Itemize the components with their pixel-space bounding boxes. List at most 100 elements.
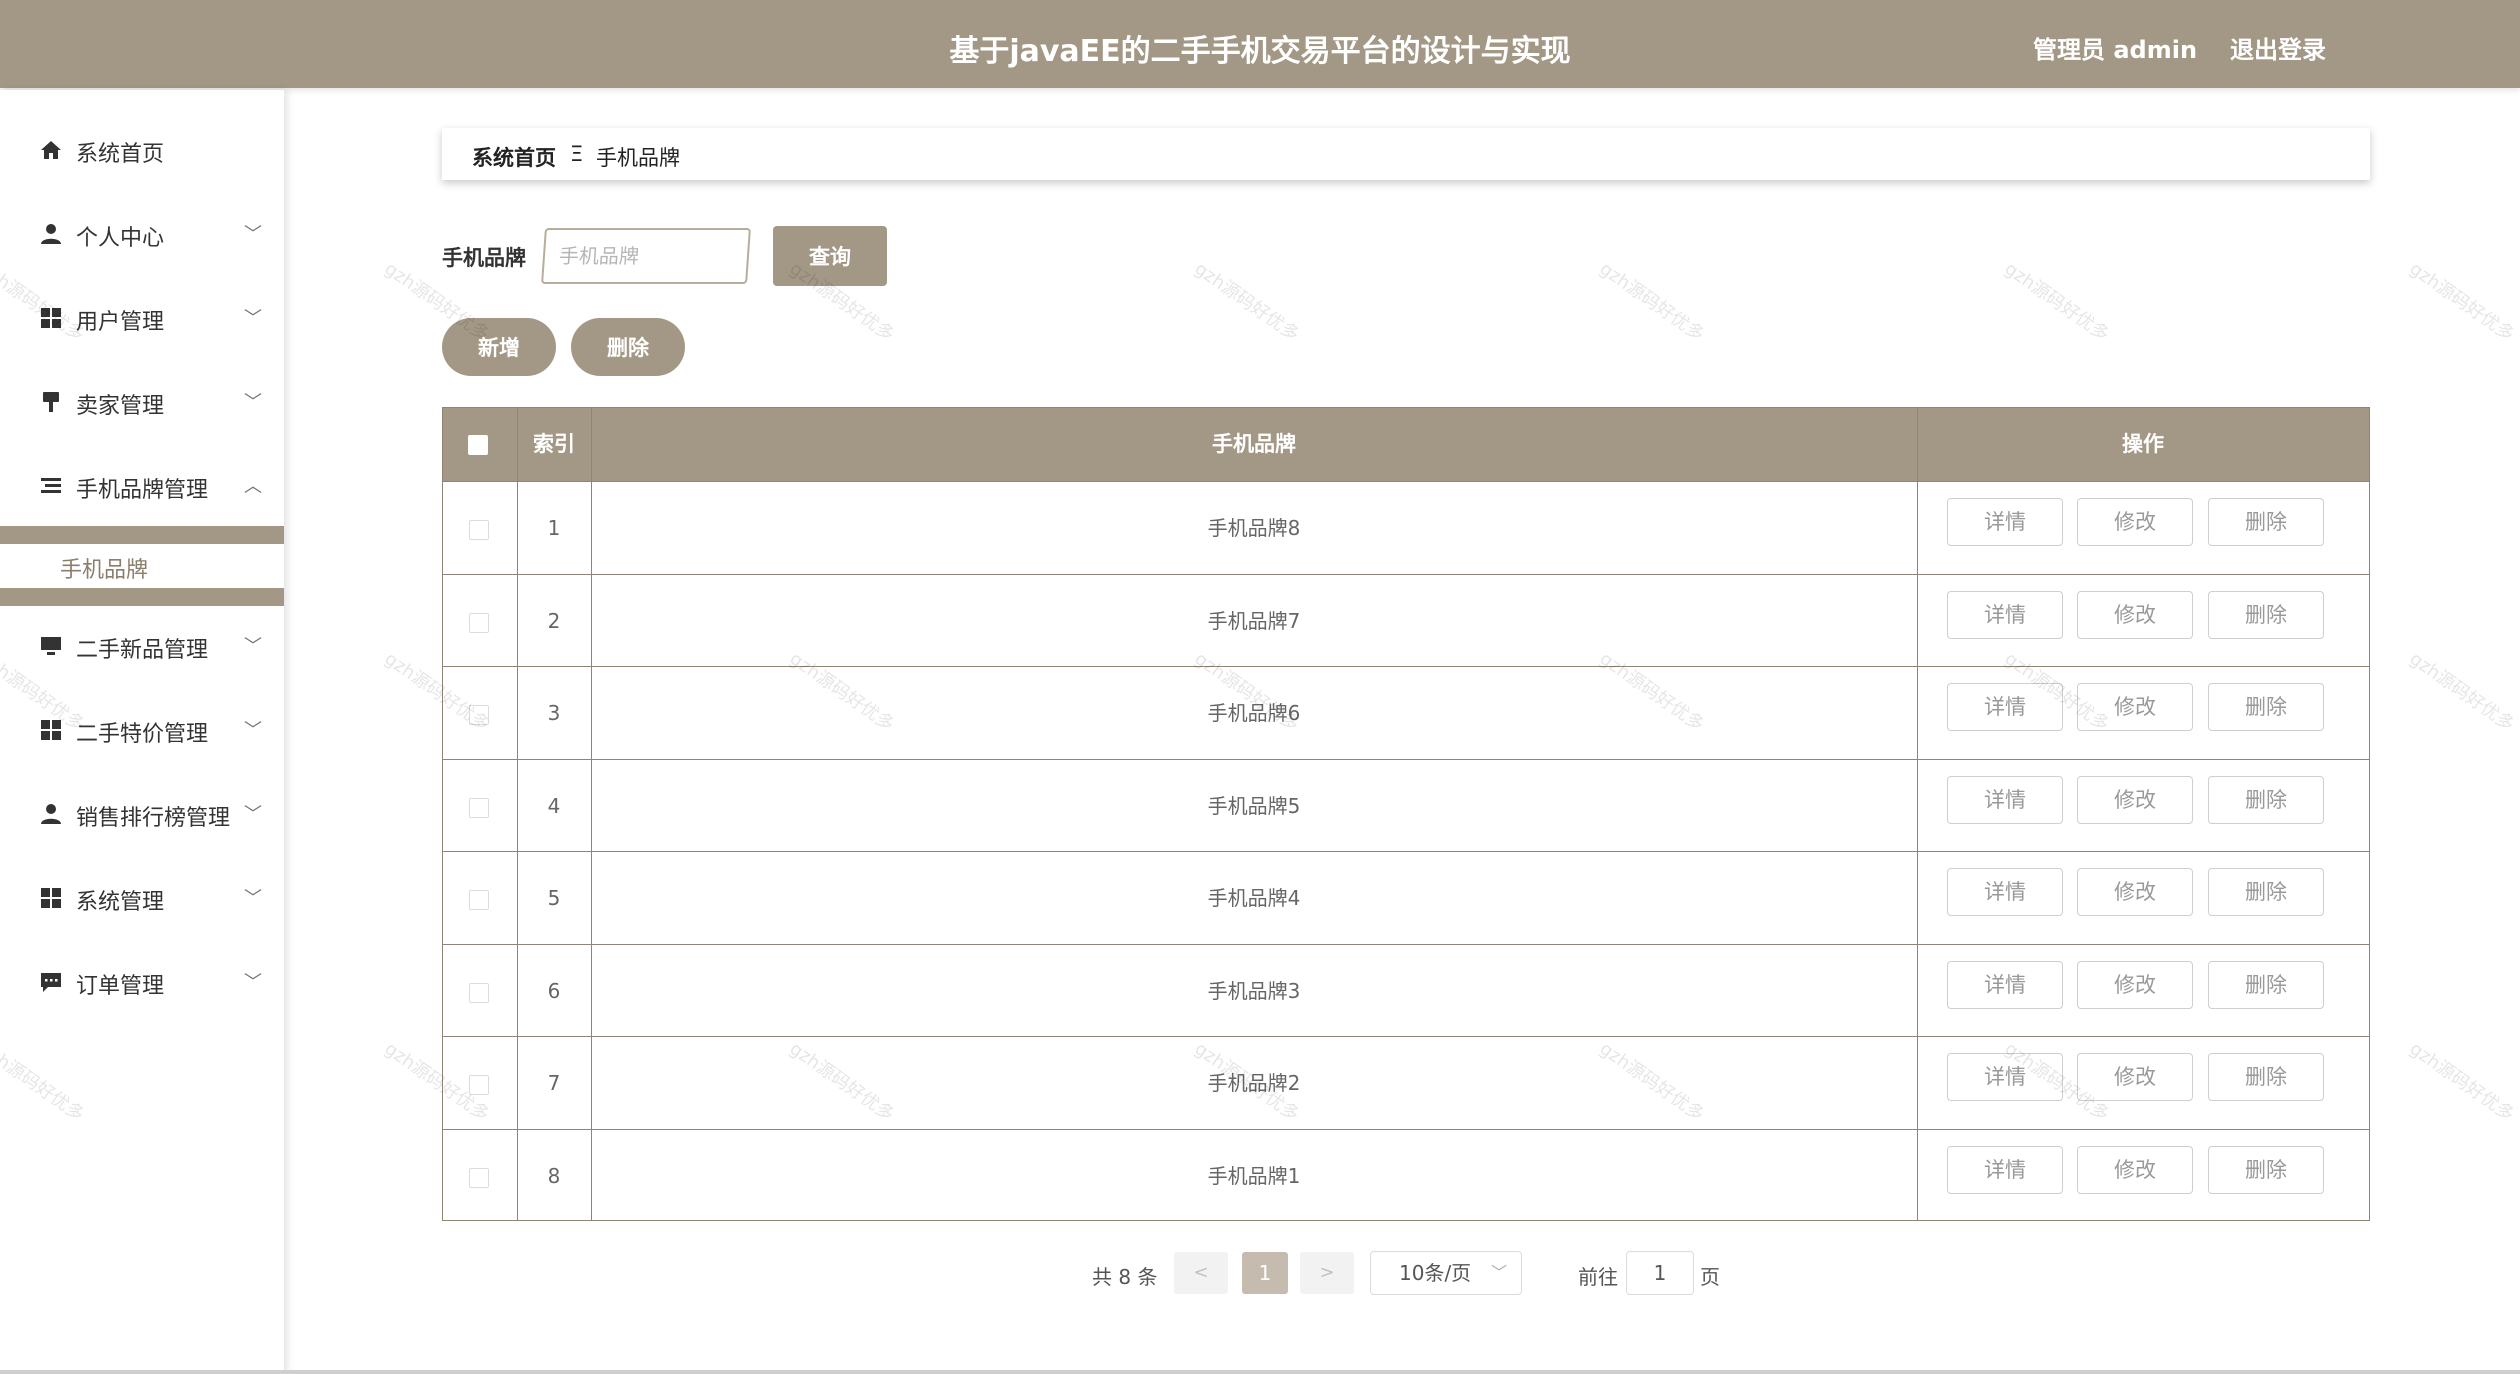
table-row: 3 手机品牌6 详情 修改 删除 bbox=[443, 666, 2369, 758]
row-checkbox[interactable] bbox=[469, 797, 489, 818]
table-row: 1 手机品牌8 详情 修改 删除 bbox=[443, 481, 2369, 573]
breadcrumb-current: 手机品牌 bbox=[596, 146, 680, 170]
delete-button[interactable]: 删除 bbox=[2208, 498, 2324, 546]
table-header: 索引 手机品牌 操作 bbox=[443, 408, 2369, 481]
stamp-icon bbox=[38, 390, 64, 416]
table-row: 7 手机品牌2 详情 修改 删除 bbox=[443, 1036, 2369, 1128]
row-checkbox[interactable] bbox=[469, 982, 489, 1003]
top-header: 基于javaEE的二手手机交易平台的设计与实现 管理员 admin 退出登录 bbox=[0, 0, 2520, 88]
page-size-select[interactable]: 10条/页 ﹀ bbox=[1370, 1251, 1522, 1295]
pagination-page-1[interactable]: 1 bbox=[1242, 1252, 1288, 1294]
detail-button[interactable]: 详情 bbox=[1947, 590, 2063, 639]
detail-button[interactable]: 详情 bbox=[1947, 1145, 2063, 1194]
grid-icon bbox=[38, 718, 64, 744]
delete-button[interactable]: 删除 bbox=[2208, 683, 2324, 731]
breadcrumb-home[interactable]: 系统首页 bbox=[472, 142, 556, 172]
edit-button[interactable]: 修改 bbox=[2077, 868, 2193, 916]
delete-button[interactable]: 删除 bbox=[2208, 775, 2324, 824]
detail-button[interactable]: 详情 bbox=[1947, 498, 2063, 546]
row-checkbox[interactable] bbox=[469, 1075, 489, 1095]
select-all-checkbox[interactable] bbox=[468, 435, 488, 455]
row-brand-name: 手机品牌6 bbox=[1207, 701, 1301, 725]
sidebar-item-sellers[interactable]: 卖家管理 ﹀ bbox=[0, 372, 284, 432]
sidebar-item-system[interactable]: 系统管理 ﹀ bbox=[0, 868, 284, 928]
list-icon bbox=[38, 474, 64, 500]
brand-table: 索引 手机品牌 操作 1 手机品牌8 详情 修改 删除 2 手机品牌7 详情 修改 删除 3 手机品牌… bbox=[442, 407, 2370, 1221]
pagination-total: 共 8 条 bbox=[1092, 1265, 1158, 1289]
sidebar-item-profile[interactable]: 个人中心 ﹀ bbox=[0, 204, 284, 264]
chevron-down-icon: ﹀ bbox=[244, 392, 262, 413]
page-size-value: 10条/页 bbox=[1399, 1261, 1472, 1285]
breadcrumb-separator-icon: Ξ bbox=[570, 142, 584, 166]
row-brand-name: 手机品牌1 bbox=[1207, 1163, 1301, 1188]
edit-button[interactable]: 修改 bbox=[2077, 590, 2193, 639]
sidebar-item-label: 二手新品管理 bbox=[76, 638, 209, 663]
batch-delete-button[interactable]: 删除 bbox=[571, 318, 685, 376]
watermark-text: gzh源码好优多 bbox=[2405, 258, 2518, 346]
pagination-prev-button[interactable]: < bbox=[1174, 1252, 1228, 1294]
row-index: 7 bbox=[547, 1071, 561, 1095]
submenu-item-brand[interactable]: 手机品牌 bbox=[0, 544, 284, 588]
sidebar-item-home[interactable]: 系统首页 bbox=[0, 120, 284, 180]
pagination-next-button[interactable]: > bbox=[1300, 1252, 1354, 1294]
watermark-text: gzh源码好优多 bbox=[1190, 258, 1303, 346]
edit-button[interactable]: 修改 bbox=[2077, 960, 2193, 1009]
sidebar-item-new-products[interactable]: 二手新品管理 ﹀ bbox=[0, 616, 284, 676]
edit-button[interactable]: 修改 bbox=[2077, 1053, 2193, 1101]
delete-button[interactable]: 删除 bbox=[2208, 960, 2324, 1009]
table-row: 4 手机品牌5 详情 修改 删除 bbox=[443, 758, 2369, 851]
submenu-brand: 手机品牌 bbox=[0, 526, 284, 606]
row-checkbox[interactable] bbox=[469, 1167, 489, 1188]
row-checkbox[interactable] bbox=[469, 520, 489, 540]
detail-button[interactable]: 详情 bbox=[1947, 775, 2063, 824]
row-checkbox[interactable] bbox=[469, 890, 489, 910]
detail-button[interactable]: 详情 bbox=[1947, 960, 2063, 1009]
sidebar-item-specials[interactable]: 二手特价管理 ﹀ bbox=[0, 700, 284, 760]
sidebar-item-label: 个人中心 bbox=[76, 226, 165, 251]
edit-button[interactable]: 修改 bbox=[2077, 683, 2193, 731]
row-checkbox[interactable] bbox=[469, 705, 489, 725]
monitor-icon bbox=[38, 634, 64, 660]
delete-button[interactable]: 删除 bbox=[2208, 868, 2324, 916]
watermark-text: gzh源码好优多 bbox=[1595, 258, 1708, 346]
edit-button[interactable]: 修改 bbox=[2077, 498, 2193, 546]
row-checkbox[interactable] bbox=[469, 612, 489, 633]
row-brand-name: 手机品牌4 bbox=[1207, 886, 1301, 910]
sidebar-item-ranking[interactable]: 销售排行榜管理 ﹀ bbox=[0, 784, 284, 844]
edit-button[interactable]: 修改 bbox=[2077, 1145, 2193, 1194]
search-label: 手机品牌 bbox=[442, 246, 526, 270]
sidebar-item-label: 卖家管理 bbox=[76, 394, 165, 419]
delete-button[interactable]: 删除 bbox=[2208, 1145, 2324, 1194]
delete-button[interactable]: 删除 bbox=[2208, 590, 2324, 639]
table-row: 5 手机品牌4 详情 修改 删除 bbox=[443, 851, 2369, 943]
sidebar-item-brand-management[interactable]: 手机品牌管理 ︿ bbox=[0, 456, 284, 516]
brand-search-input[interactable] bbox=[541, 228, 751, 284]
sidebar-item-orders[interactable]: 订单管理 ﹀ bbox=[0, 952, 284, 1012]
table-row: 6 手机品牌3 详情 修改 删除 bbox=[443, 943, 2369, 1036]
sidebar-item-users[interactable]: 用户管理 ﹀ bbox=[0, 288, 284, 348]
watermark-text: gzh源码好优多 bbox=[2405, 648, 2518, 736]
table-row: 2 手机品牌7 详情 修改 删除 bbox=[443, 573, 2369, 666]
row-brand-name: 手机品牌5 bbox=[1207, 793, 1301, 818]
table-row: 8 手机品牌1 详情 修改 删除 bbox=[443, 1128, 2369, 1221]
add-button[interactable]: 新增 bbox=[442, 318, 556, 376]
column-header-actions: 操作 bbox=[2122, 432, 2164, 456]
edit-button[interactable]: 修改 bbox=[2077, 775, 2193, 824]
sidebar-item-label: 系统首页 bbox=[76, 142, 165, 167]
grid-icon bbox=[38, 306, 64, 332]
pagination-goto-input[interactable] bbox=[1626, 1251, 1694, 1295]
sidebar-item-label: 手机品牌管理 bbox=[76, 478, 209, 503]
row-index: 6 bbox=[547, 978, 561, 1003]
detail-button[interactable]: 详情 bbox=[1947, 1053, 2063, 1101]
detail-button[interactable]: 详情 bbox=[1947, 868, 2063, 916]
logout-link[interactable]: 退出登录 bbox=[2230, 30, 2326, 65]
detail-button[interactable]: 详情 bbox=[1947, 683, 2063, 731]
row-brand-name: 手机品牌7 bbox=[1207, 608, 1301, 633]
row-index: 5 bbox=[547, 886, 561, 910]
row-brand-name: 手机品牌3 bbox=[1207, 978, 1301, 1003]
delete-button[interactable]: 删除 bbox=[2208, 1053, 2324, 1101]
chevron-down-icon: ﹀ bbox=[244, 972, 262, 993]
chevron-up-icon: ︿ bbox=[244, 476, 262, 497]
pagination-goto-label: 前往 bbox=[1578, 1265, 1618, 1289]
query-button[interactable]: 查询 bbox=[773, 226, 887, 286]
